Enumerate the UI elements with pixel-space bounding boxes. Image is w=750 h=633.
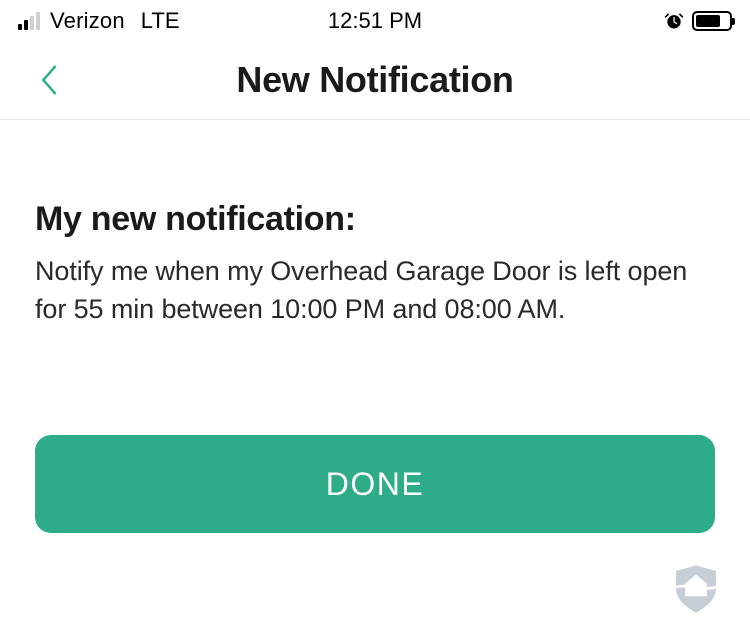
nav-header: New Notification — [0, 40, 750, 120]
signal-icon — [18, 12, 40, 30]
done-button[interactable]: DONE — [35, 435, 715, 533]
chevron-left-icon — [40, 62, 60, 98]
back-button[interactable] — [30, 55, 70, 105]
network-type-label: LTE — [141, 8, 180, 34]
page-title: New Notification — [236, 59, 513, 101]
status-right — [664, 11, 732, 31]
alarm-icon — [664, 11, 684, 31]
battery-icon — [692, 11, 732, 31]
done-button-label: DONE — [326, 466, 424, 503]
notification-description: Notify me when my Overhead Garage Door i… — [35, 253, 715, 329]
notification-heading: My new notification: — [35, 200, 715, 239]
carrier-label: Verizon — [50, 8, 125, 34]
clock-label: 12:51 PM — [328, 8, 422, 34]
status-bar: Verizon LTE 12:51 PM — [0, 0, 750, 40]
content-area: My new notification: Notify me when my O… — [0, 120, 750, 329]
status-left: Verizon LTE — [18, 8, 180, 34]
brand-badge-icon — [667, 560, 725, 618]
